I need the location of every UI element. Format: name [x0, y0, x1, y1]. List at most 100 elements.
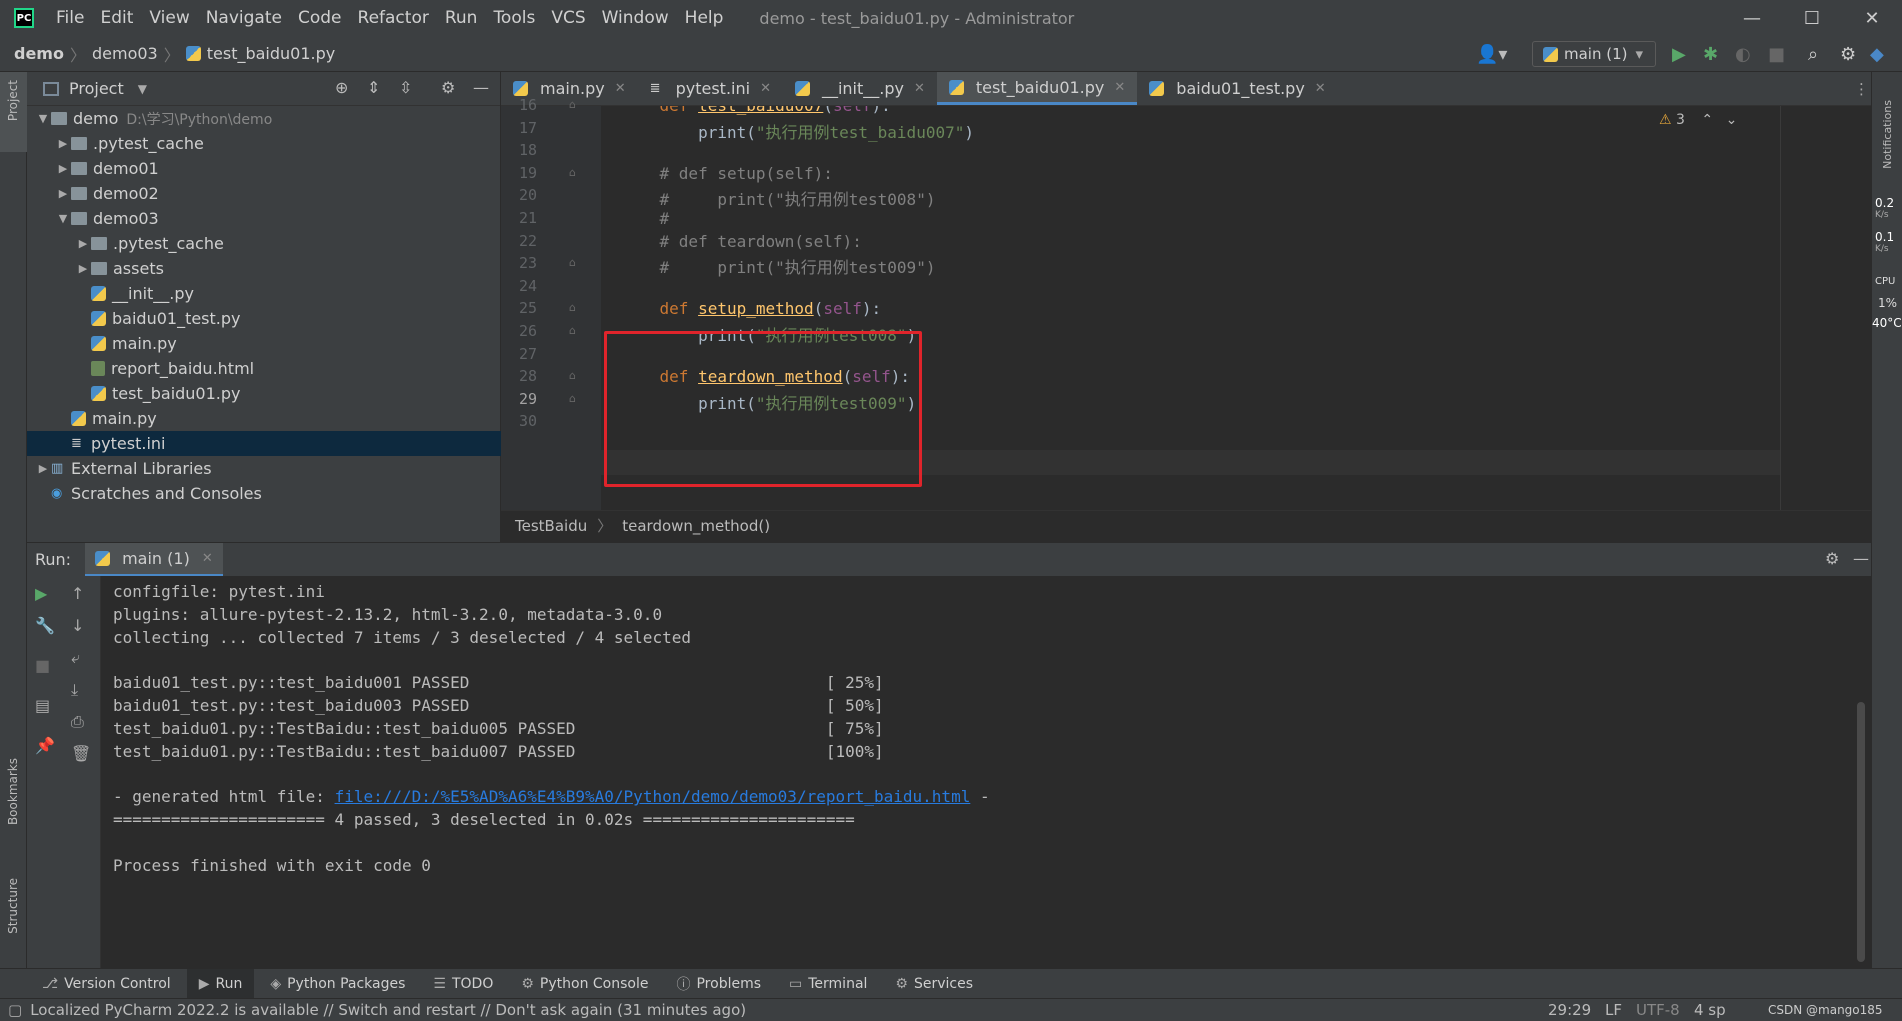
breadcrumb-folder[interactable]: demo03	[86, 44, 164, 63]
layout-icon[interactable]: ▤	[35, 696, 50, 715]
tree-item[interactable]: report_baidu.html	[27, 356, 501, 381]
tree-item[interactable]: __init__.py	[27, 281, 501, 306]
file-encoding[interactable]: UTF-8	[1636, 1001, 1680, 1019]
tree-item[interactable]: ▼ demo D:\学习\Python\demo	[27, 106, 501, 131]
editor-tab[interactable]: __init__.py ✕	[783, 72, 937, 105]
tool-window-terminal[interactable]: ▭ Terminal	[777, 969, 879, 999]
rerun-icon[interactable]: ▶	[35, 584, 47, 603]
menu-navigate[interactable]: Navigate	[198, 8, 290, 28]
warning-counter[interactable]: ⚠ 3 ⌃ ⌄	[1659, 112, 1737, 128]
hide-panel-icon[interactable]: —	[473, 78, 489, 97]
project-panel-title[interactable]: Project	[69, 79, 124, 98]
line-separator[interactable]: LF	[1605, 1001, 1622, 1019]
report-file-link[interactable]: file:///D:/%E5%AD%A6%E4%B9%A0/Python/dem…	[335, 787, 971, 806]
status-toggle-icon[interactable]: ▢	[8, 1001, 22, 1019]
editor-tab[interactable]: baidu01_test.py ✕	[1137, 72, 1337, 105]
gear-icon[interactable]: ⚙	[441, 78, 455, 97]
tree-item[interactable]: baidu01_test.py	[27, 306, 501, 331]
structure-tool-tab[interactable]: Structure	[6, 878, 20, 934]
trash-icon[interactable]: 🗑	[71, 744, 91, 763]
editor-tab[interactable]: ≣ pytest.ini ✕	[638, 72, 783, 105]
close-tab-icon[interactable]: ✕	[615, 81, 626, 96]
notifications-tool-tab[interactable]: Notifications	[1881, 100, 1894, 169]
tool-window-python-packages[interactable]: ◈ Python Packages	[258, 969, 417, 999]
scroll-to-end-icon[interactable]: ⤓	[71, 680, 78, 700]
chevron-down-icon[interactable]: ⌄	[1726, 112, 1738, 128]
wrench-icon[interactable]: 🔧	[35, 616, 55, 635]
project-tool-tab[interactable]: Project	[6, 80, 20, 121]
tree-item[interactable]: ◉ Scratches and Consoles	[27, 481, 501, 506]
more-tabs-icon[interactable]: ⋮	[1854, 80, 1869, 98]
fold-marker-icon[interactable]: ⌂	[569, 392, 576, 405]
fold-marker-icon[interactable]: ⌂	[569, 369, 576, 382]
tree-item[interactable]: test_baidu01.py	[27, 381, 501, 406]
chevron-down-icon[interactable]: ▼	[138, 82, 147, 96]
soft-wrap-icon[interactable]: ⤶	[71, 648, 80, 668]
tool-window-problems[interactable]: ⓘ Problems	[664, 969, 773, 999]
tree-item[interactable]: main.py	[27, 406, 501, 431]
tool-window-version-control[interactable]: ⎇ Version Control	[30, 969, 183, 999]
fold-marker-icon[interactable]: ⌂	[569, 98, 576, 111]
print-icon[interactable]: ⎙	[71, 712, 84, 732]
run-console-output[interactable]: configfile: pytest.ini plugins: allure-py…	[101, 576, 1871, 968]
tree-item[interactable]: ▶ .pytest_cache	[27, 131, 501, 156]
menu-tools[interactable]: Tools	[485, 8, 543, 28]
breadcrumb-class[interactable]: TestBaidu	[515, 517, 587, 535]
pin-icon[interactable]: 📌	[35, 736, 55, 755]
pycharm-logo-icon[interactable]: PC	[14, 8, 34, 28]
expand-all-icon[interactable]: ⇕	[367, 78, 380, 97]
tree-item[interactable]: ▼ demo03	[27, 206, 501, 231]
menu-edit[interactable]: Edit	[92, 8, 141, 28]
fold-marker-icon[interactable]: ⌂	[569, 301, 576, 314]
minimize-icon[interactable]: —	[1722, 0, 1782, 36]
menu-refactor[interactable]: Refactor	[350, 8, 437, 28]
editor-tab[interactable]: test_baidu01.py ✕	[936, 72, 1138, 105]
locate-icon[interactable]: ⊕	[335, 78, 348, 97]
breadcrumb-file[interactable]: test_baidu01.py	[207, 44, 342, 63]
menu-code[interactable]: Code	[290, 8, 350, 28]
search-icon[interactable]: ⌕	[1808, 44, 1818, 65]
fold-marker-icon[interactable]: ⌂	[569, 324, 576, 337]
tree-item[interactable]: ▶ .pytest_cache	[27, 231, 501, 256]
breadcrumb-project[interactable]: demo	[8, 44, 70, 63]
run-tab[interactable]: main (1) ✕	[85, 542, 223, 577]
menu-view[interactable]: View	[141, 8, 197, 28]
caret-position[interactable]: 29:29	[1548, 1001, 1591, 1019]
close-tab-icon[interactable]: ✕	[1315, 81, 1326, 96]
tool-window-services[interactable]: ⚙ Services	[883, 969, 985, 999]
arrow-up-icon[interactable]: ↑	[71, 584, 84, 603]
menu-run[interactable]: Run	[437, 8, 486, 28]
menu-vcs[interactable]: VCS	[543, 8, 593, 28]
menu-file[interactable]: File	[48, 8, 92, 28]
fold-marker-icon[interactable]: ⌂	[569, 166, 576, 179]
run-icon[interactable]: ▶	[1672, 44, 1686, 65]
menu-help[interactable]: Help	[677, 8, 732, 28]
chevron-right-icon[interactable]: ▶	[55, 162, 71, 175]
indent-setting[interactable]: 4 sp	[1694, 1001, 1726, 1019]
plugin-icon[interactable]: ◆	[1870, 44, 1884, 65]
chevron-down-icon[interactable]: ▼	[55, 212, 71, 225]
chevron-down-icon[interactable]: ▼	[35, 112, 51, 125]
tree-item[interactable]: ▶ demo02	[27, 181, 501, 206]
user-icon[interactable]: 👤▾	[1476, 44, 1507, 65]
coverage-icon[interactable]: ◐	[1735, 44, 1751, 65]
stop-icon[interactable]: ■	[35, 656, 50, 675]
hide-panel-icon[interactable]: —	[1853, 549, 1869, 568]
tool-window-python-console[interactable]: ⚙ Python Console	[509, 969, 660, 999]
close-tab-icon[interactable]: ✕	[202, 551, 213, 566]
stop-icon[interactable]: ■	[1768, 44, 1785, 65]
tree-item[interactable]: ▶ demo01	[27, 156, 501, 181]
close-tab-icon[interactable]: ✕	[760, 81, 771, 96]
chevron-up-icon[interactable]: ⌃	[1701, 112, 1713, 128]
chevron-right-icon[interactable]: ▶	[55, 137, 71, 150]
chevron-right-icon[interactable]: ▶	[35, 462, 51, 475]
tree-item[interactable]: ▶ ▥ External Libraries	[27, 456, 501, 481]
console-scrollbar[interactable]	[1857, 702, 1865, 962]
fold-marker-icon[interactable]: ⌂	[569, 256, 576, 269]
settings-icon[interactable]: ⚙	[1840, 44, 1856, 65]
collapse-all-icon[interactable]: ⇳	[399, 78, 412, 97]
tree-item[interactable]: ≣ pytest.ini	[27, 431, 501, 456]
chevron-right-icon[interactable]: ▶	[75, 237, 91, 250]
menu-window[interactable]: Window	[594, 8, 677, 28]
chevron-right-icon[interactable]: ▶	[55, 187, 71, 200]
